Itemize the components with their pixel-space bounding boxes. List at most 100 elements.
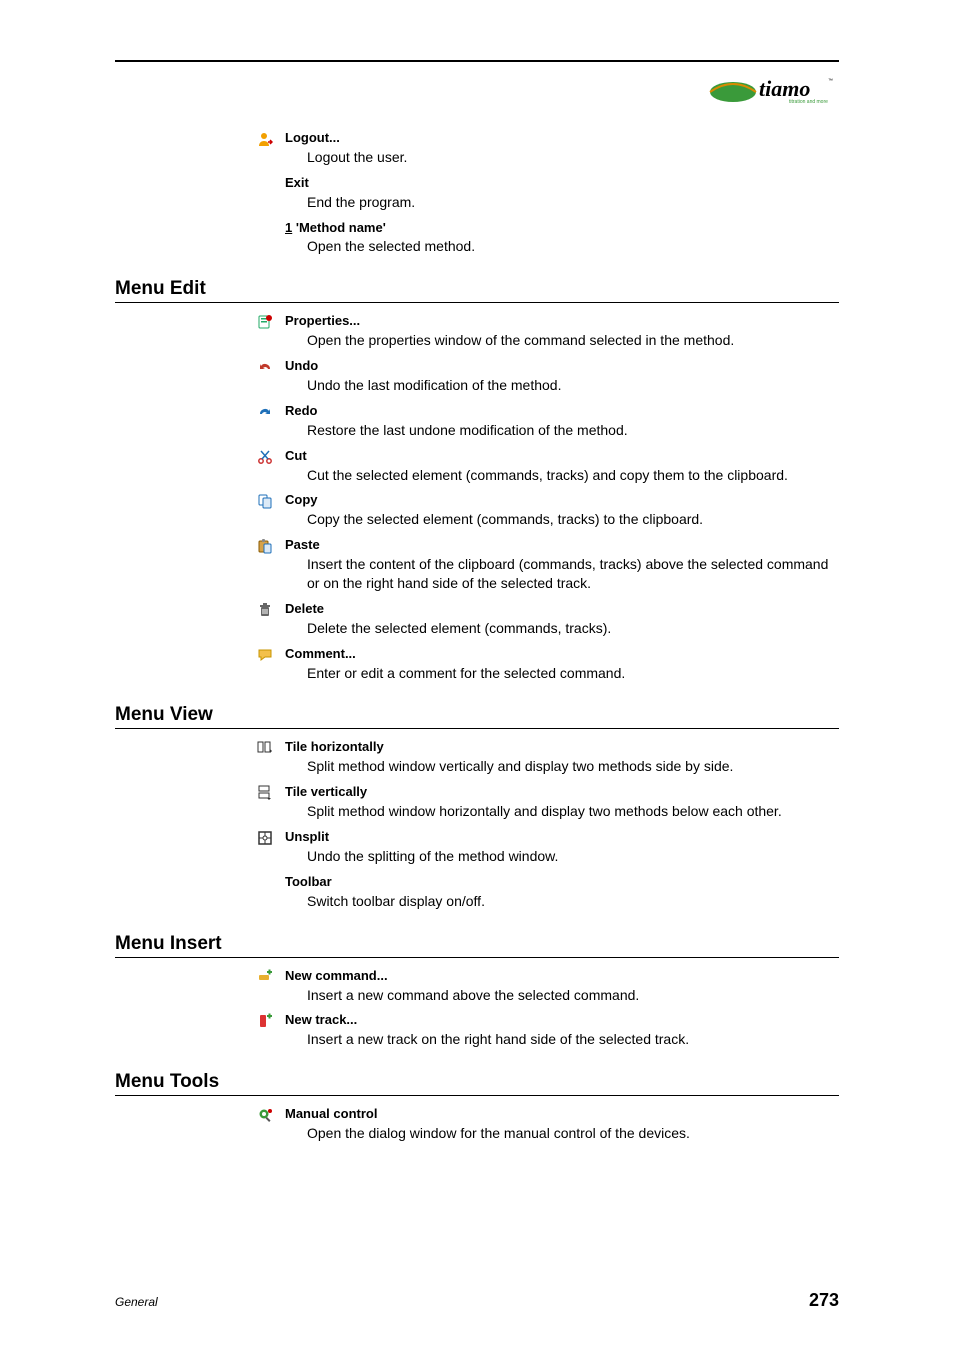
menu-item: Comment...Enter or edit a comment for th… xyxy=(245,646,839,683)
menu-item: ExitEnd the program. xyxy=(245,175,839,212)
tile-vertical-icon xyxy=(257,785,273,801)
menu-item-text: CopyCopy the selected element (commands,… xyxy=(285,492,839,529)
menu-item-text: Comment...Enter or edit a comment for th… xyxy=(285,646,839,683)
menu-item-icon-cell xyxy=(245,601,285,618)
menu-item: CutCut the selected element (commands, t… xyxy=(245,448,839,485)
menu-item: Tile verticallySplit method window horiz… xyxy=(245,784,839,821)
menu-item-title-text: Tile horizontally xyxy=(285,739,384,754)
section-heading: Menu Insert xyxy=(115,933,839,958)
menu-item-icon-cell xyxy=(245,968,285,985)
menu-item-title: Comment... xyxy=(285,646,839,663)
menu-item-icon-cell xyxy=(245,175,285,176)
tile-horizontal-icon xyxy=(257,740,273,756)
menu-item-icon-cell xyxy=(245,874,285,875)
menu-item-desc: Insert a new track on the right hand sid… xyxy=(307,1030,839,1049)
menu-item-text: New command... Insert a new command above… xyxy=(285,968,839,1005)
menu-item-title: Toolbar xyxy=(285,874,839,891)
menu-item-desc: End the program. xyxy=(307,193,839,212)
menu-item: Logout...Logout the user. xyxy=(245,130,839,167)
menu-item-title-text: Tile vertically xyxy=(285,784,367,799)
menu-item-icon-cell xyxy=(245,646,285,663)
menu-item-title-text: Undo xyxy=(285,358,318,373)
menu-item-title: Properties... xyxy=(285,313,839,330)
menu-item: CopyCopy the selected element (commands,… xyxy=(245,492,839,529)
comment-icon xyxy=(257,647,273,663)
menu-item: Properties...Open the properties window … xyxy=(245,313,839,350)
page-footer: General 273 xyxy=(115,1290,839,1311)
menu-item-text: Toolbar Switch toolbar display on/off. xyxy=(285,874,839,911)
menu-item-desc: Cut the selected element (commands, trac… xyxy=(307,466,839,485)
menu-item: UnsplitUndo the splitting of the method … xyxy=(245,829,839,866)
menu-item-text: Manual control Open the dialog window for… xyxy=(285,1106,839,1143)
section-heading: Menu View xyxy=(115,704,839,729)
new-track-icon xyxy=(257,1013,273,1029)
menu-item: RedoRestore the last undone modification… xyxy=(245,403,839,440)
menu-item-text: 1 'Method name'Open the selected method. xyxy=(285,220,839,257)
svg-text:titration and more: titration and more xyxy=(789,99,828,105)
menu-item-desc: Open the selected method. xyxy=(307,237,839,256)
section-body: Manual control Open the dialog window for… xyxy=(245,1106,839,1143)
menu-item-icon-cell xyxy=(245,492,285,509)
menu-item-title-text: Unsplit xyxy=(285,829,329,844)
logo-container: tiamo ™ titration and more xyxy=(115,72,839,110)
menu-item-icon-cell xyxy=(245,1106,285,1123)
section-body: Properties...Open the properties window … xyxy=(245,313,839,682)
menu-item-icon-cell xyxy=(245,739,285,756)
menu-item: Delete Delete the selected element (comma… xyxy=(245,601,839,638)
menu-item-desc: Insert the content of the clipboard (com… xyxy=(307,555,839,593)
menu-item-title-text: Toolbar xyxy=(285,874,332,889)
section-heading: Menu Edit xyxy=(115,278,839,303)
menu-item-title: Logout... xyxy=(285,130,839,147)
menu-item-title-rest: 'Method name' xyxy=(292,220,386,235)
menu-item-text: PasteInsert the content of the clipboard… xyxy=(285,537,839,593)
menu-item-icon-cell xyxy=(245,1012,285,1029)
menu-item-desc: Logout the user. xyxy=(307,148,839,167)
section-heading: Menu Tools xyxy=(115,1071,839,1096)
top-rule xyxy=(115,60,839,62)
menu-item-desc: Open the dialog window for the manual co… xyxy=(307,1124,839,1143)
menu-item-title-text: Redo xyxy=(285,403,318,418)
page: tiamo ™ titration and more Logout...Logo… xyxy=(0,0,954,1351)
menu-item-icon-cell xyxy=(245,448,285,465)
menu-item-desc: Open the properties window of the comman… xyxy=(307,331,839,350)
menu-item-title: Tile vertically xyxy=(285,784,839,801)
menu-item-text: Logout...Logout the user. xyxy=(285,130,839,167)
menu-item-title-text: Copy xyxy=(285,492,318,507)
menu-item-title: 1 'Method name' xyxy=(285,220,839,237)
redo-icon xyxy=(257,404,273,420)
new-command-icon xyxy=(257,969,273,985)
menu-item-icon-cell xyxy=(245,537,285,554)
menu-item-text: New track...Insert a new track on the ri… xyxy=(285,1012,839,1049)
menu-item-text: ExitEnd the program. xyxy=(285,175,839,212)
menu-item-icon-cell xyxy=(245,784,285,801)
menu-item-desc: Switch toolbar display on/off. xyxy=(307,892,839,911)
menu-item-title-text: Manual control xyxy=(285,1106,377,1121)
content-column: Logout...Logout the user. ExitEnd the pro… xyxy=(245,130,839,1143)
section-body: New command... Insert a new command above… xyxy=(245,968,839,1050)
menu-item-title-text: New command... xyxy=(285,968,388,983)
menu-item-icon-cell xyxy=(245,829,285,846)
svg-text:™: ™ xyxy=(828,78,833,84)
menu-item: Tile horizontally Split method window ver… xyxy=(245,739,839,776)
menu-item-title: Copy xyxy=(285,492,839,509)
menu-item-title: Manual control xyxy=(285,1106,839,1123)
menu-item-desc: Enter or edit a comment for the selected… xyxy=(307,664,839,683)
sections: Menu EditProperties...Open the propertie… xyxy=(245,278,839,1143)
menu-item-title: Cut xyxy=(285,448,839,465)
unsplit-icon xyxy=(257,830,273,846)
menu-item-title: New command... xyxy=(285,968,839,985)
menu-item-title: Unsplit xyxy=(285,829,839,846)
menu-item-text: Properties...Open the properties window … xyxy=(285,313,839,350)
properties-icon xyxy=(257,314,273,330)
menu-item-desc: Split method window vertically and displ… xyxy=(307,757,839,776)
menu-item-desc: Insert a new command above the selected … xyxy=(307,986,839,1005)
menu-item-text: UnsplitUndo the splitting of the method … xyxy=(285,829,839,866)
menu-item: New track...Insert a new track on the ri… xyxy=(245,1012,839,1049)
menu-item-title-text: Delete xyxy=(285,601,324,616)
menu-item-title: Tile horizontally xyxy=(285,739,839,756)
menu-item-desc: Delete the selected element (commands, t… xyxy=(307,619,839,638)
menu-item: New command... Insert a new command above… xyxy=(245,968,839,1005)
footer-page-number: 273 xyxy=(809,1290,839,1311)
tiamo-logo: tiamo ™ titration and more xyxy=(709,72,839,110)
menu-item-icon-cell xyxy=(245,130,285,147)
